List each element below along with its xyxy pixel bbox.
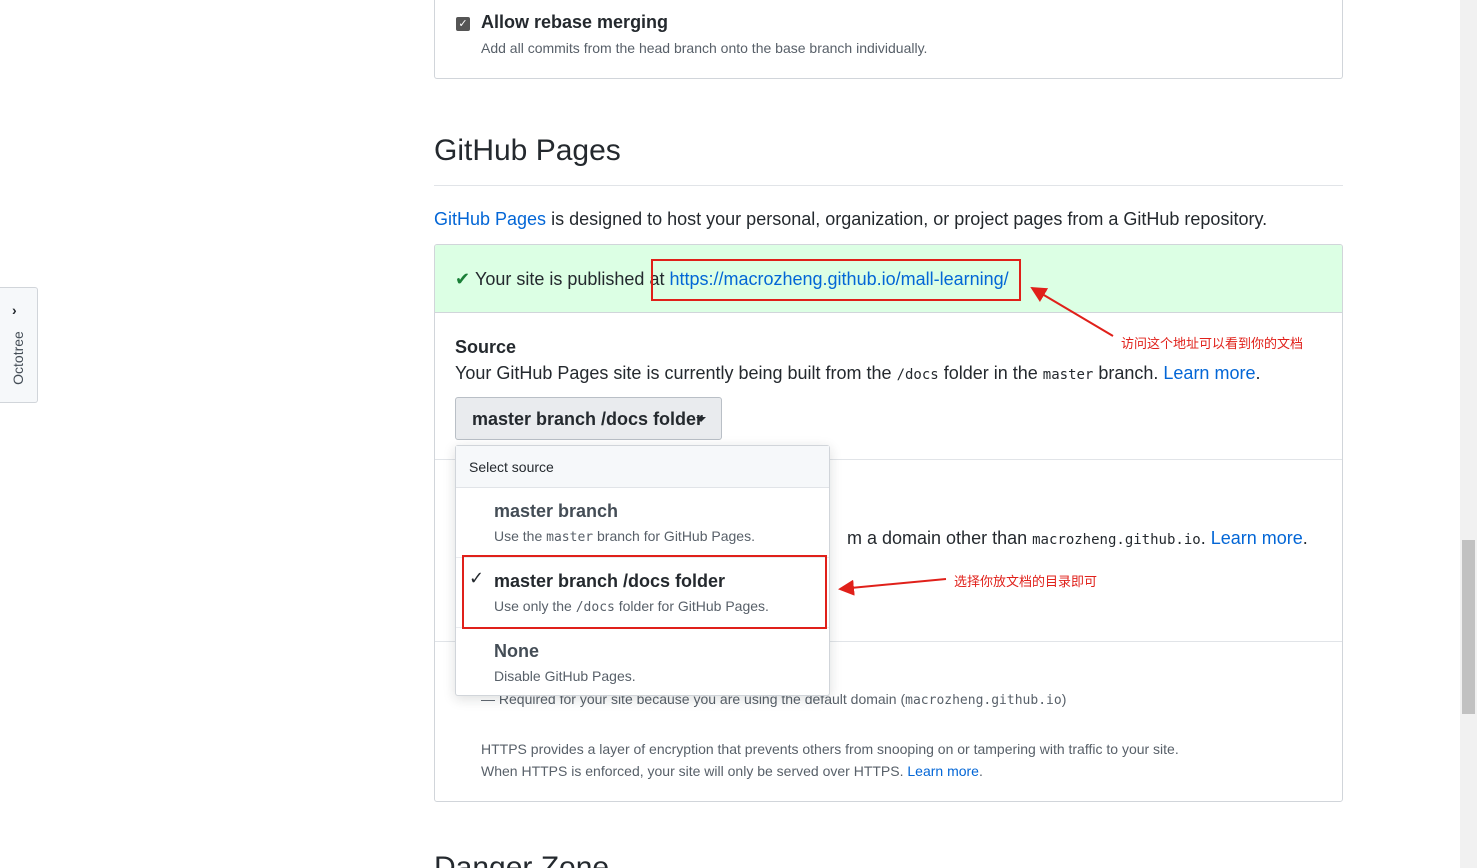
dropdown-header: Select source bbox=[456, 446, 829, 488]
dropdown-item-desc: Disable GitHub Pages. bbox=[494, 668, 636, 684]
pages-intro: GitHub Pages is designed to host your pe… bbox=[434, 209, 1267, 230]
https-description: When HTTPS is enforced, your site will o… bbox=[481, 763, 983, 779]
github-pages-link[interactable]: GitHub Pages bbox=[434, 209, 546, 229]
published-prefix: Your site is published at bbox=[475, 269, 670, 289]
https-required-text: ) bbox=[1061, 691, 1067, 707]
dropdown-item-none[interactable]: None Disable GitHub Pages. bbox=[456, 628, 829, 698]
period: . bbox=[1302, 528, 1308, 548]
dropdown-item-name: None bbox=[494, 641, 539, 661]
source-desc-text: Your GitHub Pages site is currently bein… bbox=[455, 363, 897, 383]
desc-code: master bbox=[546, 530, 594, 545]
rebase-description: Add all commits from the head branch ont… bbox=[481, 40, 928, 56]
custom-domain-description: m a domain other than macrozheng.github.… bbox=[847, 528, 1308, 549]
domain-desc-text: . bbox=[1200, 528, 1211, 548]
rebase-checkbox[interactable]: ✓ bbox=[456, 17, 470, 31]
learn-more-link[interactable]: Learn more bbox=[907, 763, 979, 779]
octotree-toggle[interactable]: › Octotree bbox=[0, 287, 38, 403]
url-highlight-box bbox=[651, 259, 1021, 301]
merge-options-box: ✓ Allow rebase merging Add all commits f… bbox=[434, 0, 1343, 79]
source-desc-text: folder in the bbox=[938, 363, 1043, 383]
domain-code: macrozheng.github.io bbox=[1032, 532, 1201, 548]
check-icon: ✔ bbox=[455, 269, 471, 289]
docs-code: /docs bbox=[896, 367, 939, 383]
domain-code: macrozheng.github.io bbox=[905, 693, 1062, 708]
page-scrollbar[interactable] bbox=[1460, 0, 1477, 868]
source-select-button[interactable]: master branch /docs folder bbox=[455, 397, 722, 440]
desc-text: Use the bbox=[494, 528, 547, 544]
annotation-note-url: 访问这个地址可以看到你的文档 bbox=[1121, 336, 1304, 351]
annotation-note-option: 选择你放文档的目录即可 bbox=[954, 574, 1098, 589]
dropdown-item-master-branch[interactable]: master branch Use the master branch for … bbox=[456, 488, 829, 558]
https-description: HTTPS provides a layer of encryption tha… bbox=[481, 741, 1179, 757]
source-button-label: master branch /docs folder bbox=[472, 409, 704, 429]
divider bbox=[434, 185, 1343, 186]
https-desc-text: When HTTPS is enforced, your site will o… bbox=[481, 763, 908, 779]
octotree-label: Octotree bbox=[10, 331, 26, 385]
section-title: GitHub Pages bbox=[434, 134, 621, 167]
master-code: master bbox=[1042, 367, 1094, 383]
source-desc-text: branch. bbox=[1093, 363, 1164, 383]
chevron-right-icon: › bbox=[12, 302, 17, 318]
period: . bbox=[978, 763, 983, 779]
source-heading: Source bbox=[455, 337, 517, 357]
desc-text: branch for GitHub Pages. bbox=[593, 528, 755, 544]
learn-more-link[interactable]: Learn more bbox=[1211, 528, 1303, 548]
next-section-title: Danger Zone bbox=[434, 851, 610, 868]
caret-down-icon bbox=[696, 417, 706, 422]
domain-desc-text: m a domain other than bbox=[847, 528, 1033, 548]
source-description: Your GitHub Pages site is currently bein… bbox=[455, 363, 1260, 384]
dropdown-item-name: master branch bbox=[494, 501, 619, 521]
learn-more-link[interactable]: Learn more bbox=[1163, 363, 1255, 383]
dropdown-item-desc: Use the master branch for GitHub Pages. bbox=[494, 528, 755, 545]
option-highlight-box bbox=[462, 555, 827, 629]
intro-text: is designed to host your personal, organ… bbox=[546, 209, 1268, 229]
rebase-label: Allow rebase merging bbox=[481, 12, 669, 32]
period: . bbox=[1255, 363, 1261, 383]
scrollbar-thumb[interactable] bbox=[1462, 540, 1475, 714]
